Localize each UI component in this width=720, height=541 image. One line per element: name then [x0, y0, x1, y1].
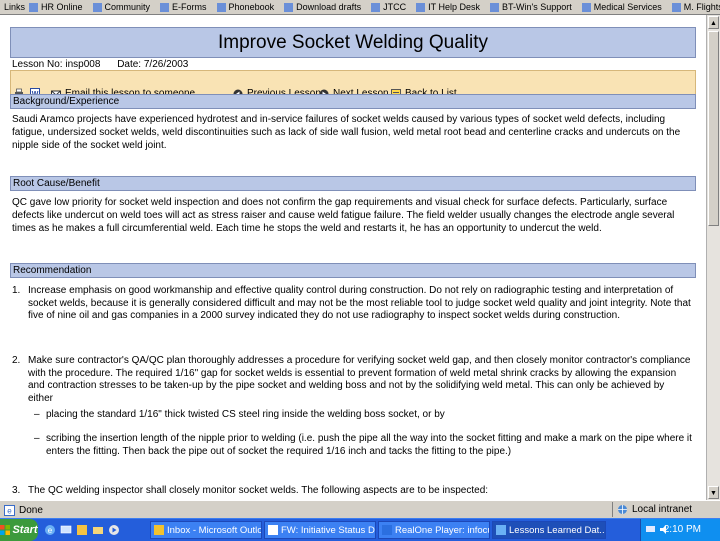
link-hr-online[interactable]: HR Online [29, 2, 83, 12]
ie-icon [496, 525, 506, 535]
system-tray: 2:10 PM [640, 519, 720, 541]
quick-launch-outlook-icon[interactable] [76, 523, 88, 536]
vertical-scrollbar[interactable]: ▲ ▼ [706, 15, 720, 500]
realone-icon [382, 525, 392, 535]
task-label: FW: Initiative Status Du... [281, 524, 375, 536]
svg-text:e: e [48, 526, 53, 535]
sub-item-text: placing the standard 1/16" thick twisted… [46, 409, 445, 420]
background-heading: Background/Experience [10, 94, 696, 109]
task-lessons-learned[interactable]: Lessons Learned Dat... [492, 521, 606, 539]
link-page-icon [671, 2, 681, 12]
scroll-down-button[interactable]: ▼ [708, 486, 719, 499]
status-done: e Done [4, 504, 43, 516]
task-label: RealOne Player: infocus ... [395, 524, 489, 536]
scroll-up-button[interactable]: ▲ [708, 16, 719, 29]
link-label: IT Help Desk [428, 2, 480, 12]
lesson-date: Date: 7/26/2003 [117, 59, 189, 70]
taskbar: Start e Inbox - Microsoft Outlook FW: In… [0, 518, 720, 541]
intranet-icon [618, 505, 627, 514]
link-label: BT-Win's Support [502, 2, 572, 12]
quick-launch-media-icon[interactable] [108, 523, 120, 536]
item-number: 1. [12, 285, 21, 296]
link-label: M. Flights [683, 2, 720, 12]
item-number: 2. [12, 355, 21, 366]
recommendation-heading: Recommendation [10, 263, 696, 278]
svg-text:e: e [7, 506, 12, 515]
task-realone-player[interactable]: RealOne Player: infocus ... [378, 521, 490, 539]
link-page-icon [160, 2, 170, 12]
quick-launch-desktop-icon[interactable] [60, 523, 72, 536]
root-cause-text: QC gave low priority for socket weld ins… [12, 197, 675, 234]
background-text: Saudi Aramco projects have experienced h… [12, 114, 681, 151]
item-text: Make sure contractor's QA/QC plan thorou… [28, 355, 691, 404]
link-page-icon [284, 2, 294, 12]
windows-logo-icon [0, 525, 11, 535]
mail-message-icon [268, 525, 278, 535]
sub-item-dash: – [34, 409, 40, 420]
item-text: Increase emphasis on good workmanship an… [28, 285, 691, 321]
security-zone: Local intranet [612, 502, 692, 517]
task-label: Lessons Learned Dat... [509, 524, 606, 536]
link-page-icon [490, 2, 499, 12]
link-label: Medical Services [593, 2, 662, 12]
quick-launch-ie-icon[interactable]: e [44, 523, 56, 536]
link-label: E-Forms [172, 2, 207, 12]
item-number: 3. [12, 485, 21, 496]
links-label: Links [4, 2, 26, 12]
lesson-number: Lesson No: insp008 [12, 59, 101, 70]
link-page-icon [92, 2, 102, 12]
task-fw-initiative[interactable]: FW: Initiative Status Du... [264, 521, 376, 539]
page-title: Improve Socket Welding Quality [10, 27, 696, 58]
root-cause-heading: Root Cause/Benefit [10, 176, 696, 191]
link-label: Download drafts [296, 2, 362, 12]
start-label: Start [12, 524, 38, 536]
task-label: Inbox - Microsoft Outlook [167, 524, 262, 536]
links-bar: Links HR Online Community E-Forms Phoneb… [0, 0, 720, 15]
link-page-icon [416, 2, 426, 12]
link-e-forms[interactable]: E-Forms [160, 2, 207, 12]
link-label: Community [104, 2, 151, 12]
link-flights[interactable]: M. Flights [671, 2, 720, 12]
clock[interactable]: 2:10 PM [664, 524, 701, 535]
link-jtcc[interactable]: JTCC [371, 2, 406, 12]
link-label: JTCC [383, 2, 407, 12]
link-page-icon [581, 2, 591, 12]
sub-item-dash: – [34, 433, 40, 444]
sub-item-text: scribing the insertion length of the nip… [46, 433, 692, 457]
link-label: HR Online [41, 2, 83, 12]
start-button[interactable]: Start [0, 519, 38, 541]
link-phonebook[interactable]: Phonebook [216, 2, 275, 12]
ie-page-icon: e [4, 504, 15, 516]
link-medical[interactable]: Medical Services [581, 2, 662, 12]
page-content: Improve Socket Welding Quality Lesson No… [0, 15, 707, 500]
link-page-icon [216, 2, 226, 12]
link-page-icon [29, 2, 39, 12]
security-zone-label: Local intranet [632, 504, 693, 515]
link-download[interactable]: Download drafts [284, 2, 361, 12]
link-label: Phonebook [228, 2, 275, 12]
task-outlook-inbox[interactable]: Inbox - Microsoft Outlook [150, 521, 262, 539]
lesson-meta: Lesson No: insp008 Date: 7/26/2003 [12, 59, 202, 70]
link-it-help-desk[interactable]: IT Help Desk [416, 2, 480, 12]
item-text: The QC welding inspector shall closely m… [28, 485, 489, 496]
link-community[interactable]: Community [92, 2, 151, 12]
status-text: Done [19, 504, 43, 516]
outlook-icon [154, 525, 164, 535]
tray-network-icon[interactable] [645, 524, 656, 538]
status-bar: e Done Local intranet [0, 500, 720, 519]
quick-launch-explorer-icon[interactable] [92, 523, 104, 536]
scrollbar-thumb[interactable] [708, 31, 719, 226]
link-support[interactable]: BT-Win's Support [490, 2, 572, 12]
link-page-icon [371, 2, 381, 12]
